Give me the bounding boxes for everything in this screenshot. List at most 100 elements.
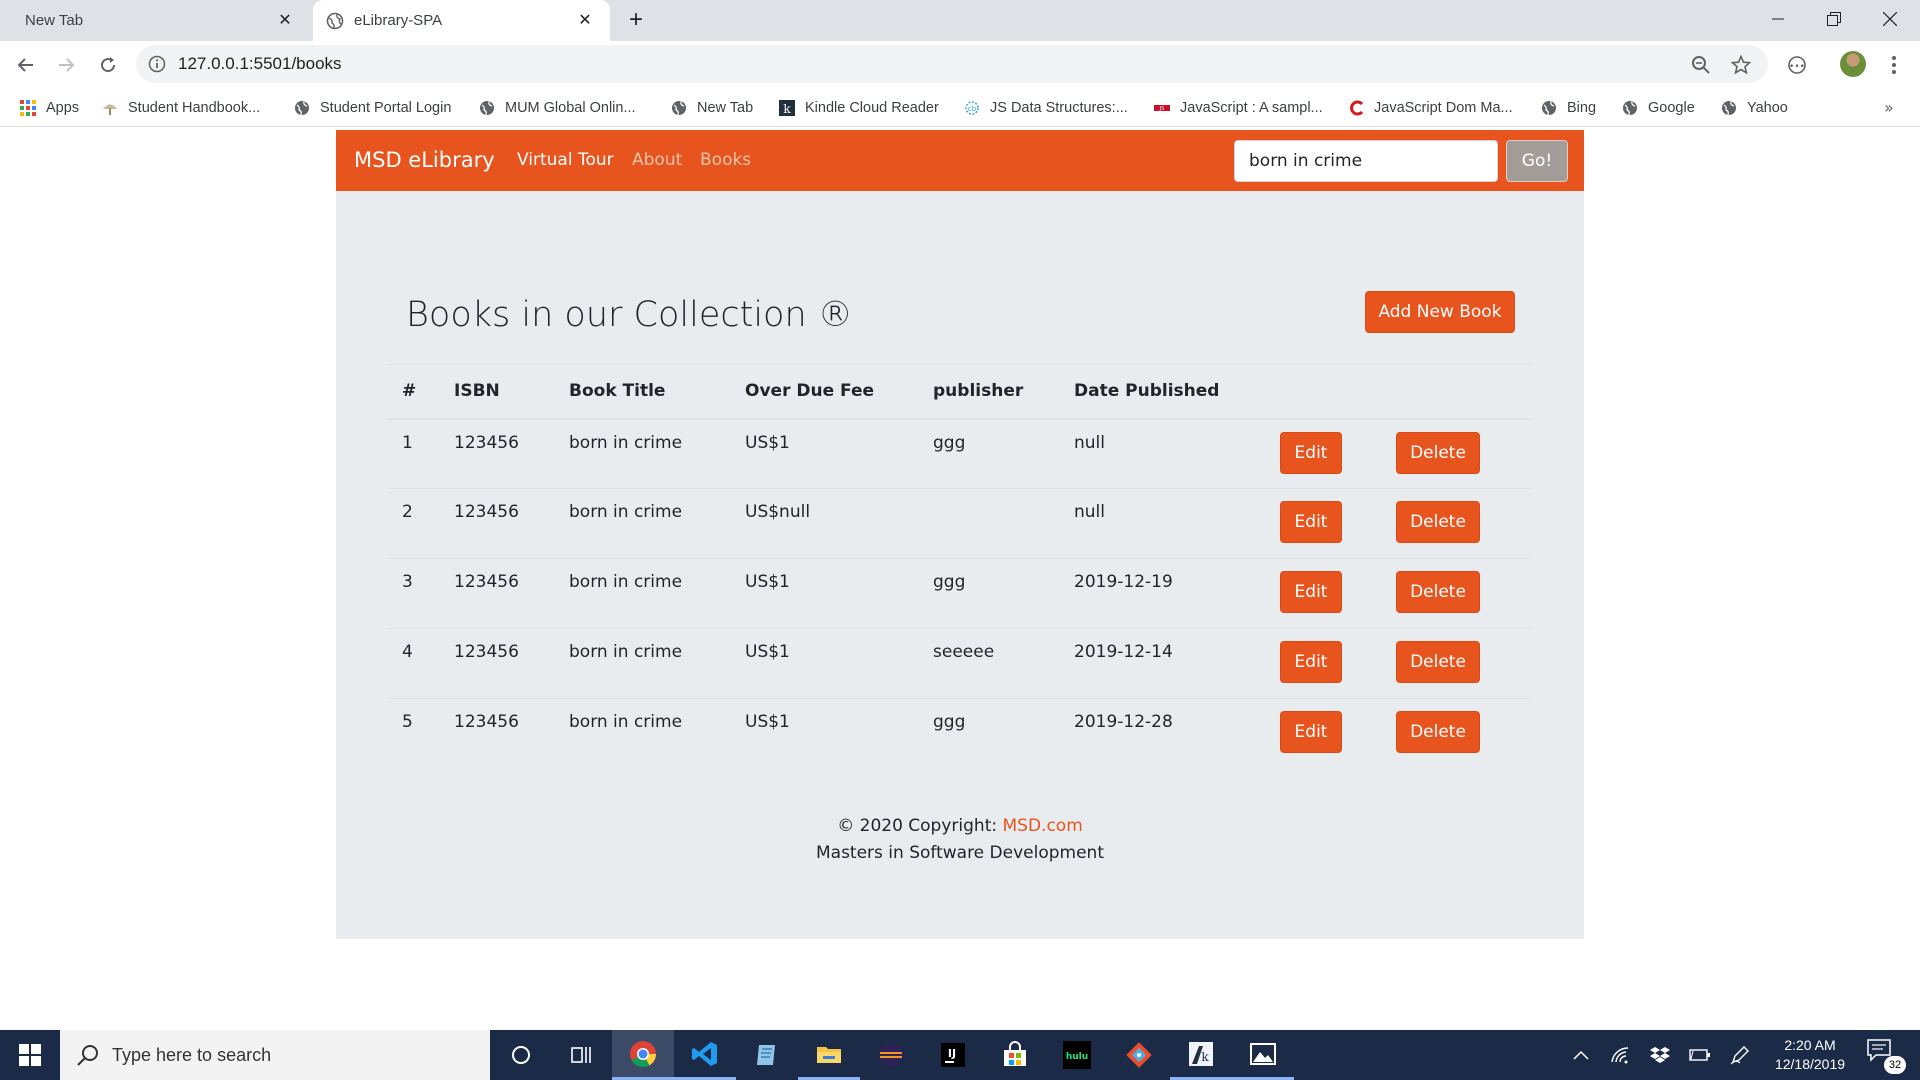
copyright-link[interactable]: MSD.com	[1003, 816, 1083, 836]
taskbar-store[interactable]	[984, 1030, 1046, 1080]
dom-icon	[1350, 100, 1364, 116]
taskbar-kindle[interactable]: k	[1170, 1030, 1232, 1080]
cell-number: 1	[402, 432, 413, 453]
delete-button[interactable]: Delete	[1396, 501, 1480, 543]
nav-virtual-tour[interactable]: Virtual Tour	[517, 130, 614, 191]
tab-elibrary[interactable]: eLibrary-SPA ✕	[313, 0, 610, 41]
taskbar-intellij[interactable]: IJ	[922, 1030, 984, 1080]
more-bookmarks-icon[interactable]: »	[1884, 98, 1894, 117]
cell-number: 4	[388, 628, 440, 699]
bookmark-apps[interactable]: Apps	[20, 96, 79, 120]
cell-fee: US$1	[731, 558, 919, 629]
globe-icon	[1542, 101, 1556, 116]
pen-workspace-button[interactable]	[1724, 1030, 1756, 1080]
taskbar-eclipse[interactable]	[860, 1030, 922, 1080]
task-view-button[interactable]	[550, 1030, 612, 1080]
edit-button[interactable]: Edit	[1280, 501, 1342, 543]
delete-button[interactable]: Delete	[1396, 641, 1480, 683]
search-go-button[interactable]: Go!	[1506, 140, 1568, 182]
search-placeholder: Type here to search	[112, 1044, 272, 1065]
bookmark-label: Student Portal Login	[320, 100, 452, 116]
profile-avatar[interactable]	[1840, 51, 1866, 77]
photos-icon	[1250, 1042, 1276, 1065]
address-bar[interactable]: 127.0.0.1:5501/books	[136, 45, 1768, 83]
extension-button[interactable]: •••	[1786, 54, 1808, 76]
start-button[interactable]	[0, 1030, 60, 1080]
cell-delete: Delete	[1382, 558, 1530, 629]
cell-date: null	[1060, 488, 1266, 559]
network-button[interactable]	[1604, 1030, 1636, 1080]
bookmark-kindle[interactable]: k Kindle Cloud Reader	[779, 96, 939, 120]
close-icon	[1883, 12, 1897, 26]
browser-tab-strip: New Tab ✕ eLibrary-SPA ✕ +	[0, 0, 1920, 41]
bookmark-star-button[interactable]	[1730, 54, 1752, 76]
new-tab-button[interactable]: +	[622, 6, 650, 34]
tab-label: New Tab	[25, 12, 84, 29]
cell-number: 5	[388, 698, 440, 769]
bookmark-js-data-structures[interactable]: cb JS Data Structures:...	[964, 96, 1128, 120]
books-table: # ISBN Book Title Over Due Fee publisher…	[388, 364, 1530, 769]
edit-button[interactable]: Edit	[1280, 641, 1342, 683]
brand-logo[interactable]: MSD eLibrary	[354, 130, 495, 191]
url-text[interactable]: 127.0.0.1:5501/books	[178, 45, 342, 83]
browser-menu-icon[interactable]	[1884, 51, 1904, 79]
kindle-icon: k	[1189, 1041, 1213, 1066]
add-new-book-button[interactable]: Add New Book	[1365, 291, 1515, 333]
taskbar-photos[interactable]	[1232, 1030, 1294, 1080]
back-button[interactable]	[12, 51, 40, 79]
bookmark-student-portal[interactable]: Student Portal Login	[294, 96, 451, 120]
cell-edit: Edit	[1266, 628, 1382, 699]
show-hidden-icons-button[interactable]	[1566, 1030, 1596, 1080]
bookmark-student-handbook[interactable]: Student Handbook...	[102, 96, 260, 120]
codeburst-icon: cb	[965, 101, 979, 115]
reload-button[interactable]	[94, 51, 122, 79]
column-header-fee: Over Due Fee	[731, 364, 919, 420]
windows-logo-icon	[19, 1044, 41, 1066]
bookmark-bing[interactable]: Bing	[1541, 96, 1596, 120]
intellij-icon: IJ	[941, 1043, 965, 1067]
edit-button[interactable]: Edit	[1280, 431, 1342, 474]
bookmark-label: JavaScript : A sampl...	[1180, 100, 1323, 116]
bookmark-javascript-sample[interactable]: JS JavaScript : A sampl...	[1154, 96, 1323, 120]
taskbar-vscode[interactable]	[674, 1030, 736, 1080]
minimize-button[interactable]	[1750, 0, 1806, 38]
taskbar-file-explorer[interactable]	[798, 1030, 860, 1080]
tab-new-tab[interactable]: New Tab ✕	[0, 0, 310, 41]
taskbar-clock[interactable]: 2:20 AM 12/18/2019	[1762, 1036, 1858, 1074]
taskbar-git[interactable]	[1108, 1030, 1170, 1080]
delete-button[interactable]: Delete	[1396, 571, 1480, 613]
close-window-button[interactable]	[1862, 0, 1918, 38]
close-tab-icon[interactable]: ✕	[274, 9, 296, 31]
page-title: Books in our Collection ®	[406, 295, 853, 335]
notification-count-badge: 32	[1884, 1056, 1906, 1074]
edit-button[interactable]: Edit	[1280, 571, 1342, 613]
taskbar-chrome[interactable]	[612, 1030, 674, 1080]
minimize-icon	[1772, 18, 1784, 20]
zoom-icon	[1692, 56, 1710, 74]
restore-button[interactable]	[1806, 0, 1862, 38]
star-icon	[1731, 55, 1751, 75]
close-tab-icon[interactable]: ✕	[574, 9, 596, 31]
taskbar-hulu[interactable]: hulu	[1046, 1030, 1108, 1080]
battery-button[interactable]	[1684, 1030, 1716, 1080]
cell-fee: US$null	[731, 488, 919, 559]
edit-button[interactable]: Edit	[1280, 711, 1342, 753]
bookmark-javascript-dom[interactable]: JavaScript Dom Ma...	[1348, 96, 1513, 120]
action-center-button[interactable]: 32	[1866, 1038, 1906, 1074]
nav-about[interactable]: About	[632, 130, 682, 191]
taskbar-search-box[interactable]: Type here to search	[60, 1030, 490, 1080]
taskbar-notepad[interactable]	[736, 1030, 798, 1080]
search-input[interactable]	[1234, 140, 1498, 182]
forward-button[interactable]	[52, 51, 80, 79]
bookmark-google[interactable]: Google	[1622, 96, 1695, 120]
bookmark-yahoo[interactable]: Yahoo	[1721, 96, 1788, 120]
bookmark-new-tab[interactable]: New Tab	[671, 96, 753, 120]
cortana-button[interactable]	[490, 1030, 552, 1080]
info-icon[interactable]	[148, 55, 166, 73]
bookmark-mum-global[interactable]: MUM Global Onlin...	[479, 96, 636, 120]
delete-button[interactable]: Delete	[1396, 711, 1480, 753]
zoom-button[interactable]	[1690, 54, 1712, 76]
delete-button[interactable]: Delete	[1396, 431, 1480, 474]
nav-books[interactable]: Books	[700, 130, 751, 191]
dropbox-button[interactable]	[1644, 1030, 1676, 1080]
